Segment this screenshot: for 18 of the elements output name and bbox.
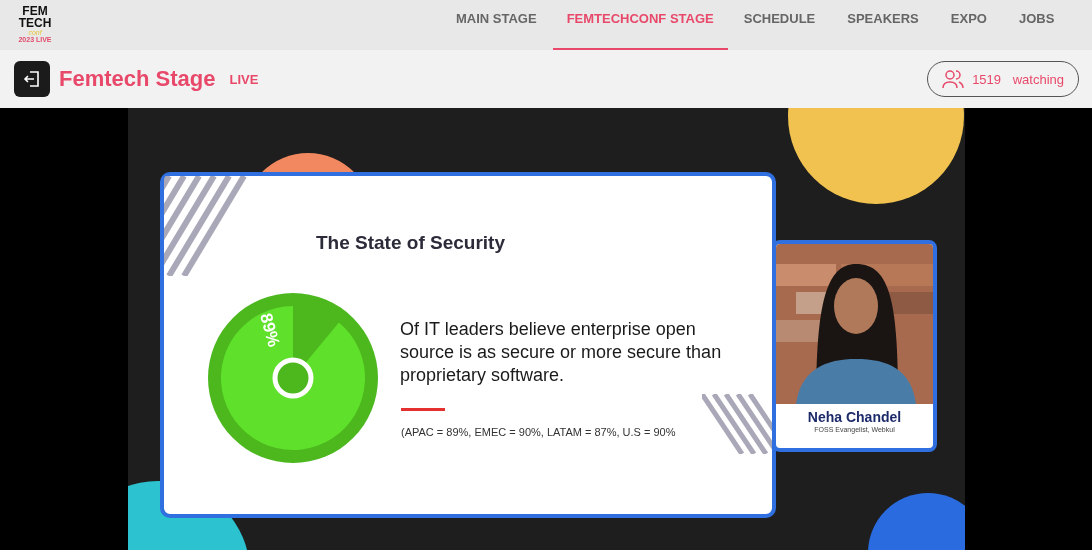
slide-note: (APAC = 89%, EMEC = 90%, LATAM = 87%, U.S = 90% [401, 426, 676, 438]
speaker-name: Neha Chandel [806, 409, 903, 425]
percent-label: 89% [256, 311, 284, 349]
nav-tab[interactable]: JOBS [1002, 0, 1071, 50]
logo-text: TECH [18, 17, 52, 29]
slide-title: The State of Security [316, 232, 505, 254]
slide-statement: Of IT leaders believe enterprise open source is as secure or more secure than proprietary software. [400, 318, 723, 387]
exit-icon [23, 70, 41, 88]
nav-tab[interactable]: MAIN STAGE [440, 0, 553, 50]
stage-title: Femtech Stage [59, 66, 216, 92]
logo-text: FEM [22, 5, 48, 17]
live-label: LIVE [229, 71, 259, 87]
exit-button[interactable] [14, 61, 50, 97]
nav-tab[interactable]: SCHEDULE [727, 0, 832, 50]
people-icon [942, 69, 965, 89]
nav-tab[interactable]: EXPO [934, 0, 1003, 50]
stripes-drawing [702, 394, 772, 454]
nav-tab[interactable]: SPEAKERS [831, 0, 935, 50]
